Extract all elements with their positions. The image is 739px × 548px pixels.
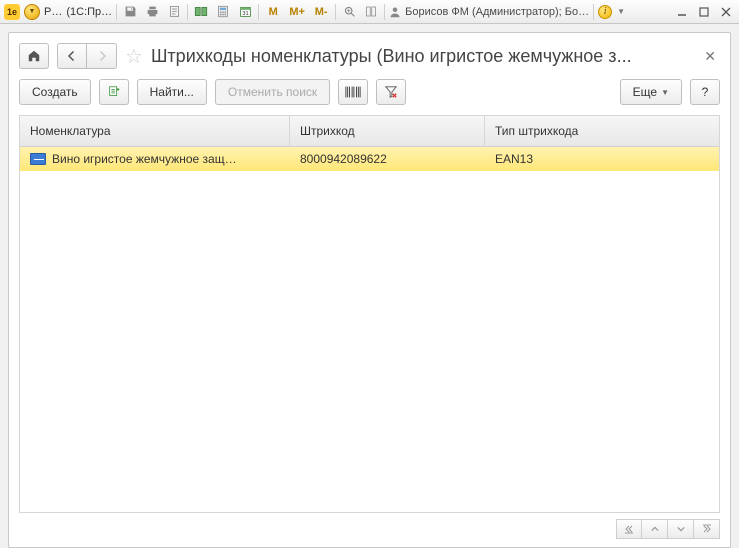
cell-barcode: 8000942089622: [290, 152, 485, 166]
separator: [258, 4, 259, 20]
record-icon: [30, 153, 46, 165]
cell-barcode-type: EAN13: [485, 152, 719, 166]
memory-mminus-button[interactable]: M-: [311, 3, 331, 21]
separator: [335, 4, 336, 20]
app-titlebar: 1e ▼ Р… (1С:Пр… 31 M M+ M- Борисов ФМ (А…: [0, 0, 739, 24]
compare-icon[interactable]: [192, 3, 210, 21]
app-logo-icon: 1e: [4, 4, 20, 20]
create-copy-button[interactable]: [99, 79, 129, 105]
window-maximize-button[interactable]: [695, 4, 713, 20]
memory-m-button[interactable]: M: [263, 3, 283, 21]
cell-nomenclature: Вино игристое жемчужное защ…: [52, 152, 237, 166]
calculator-icon[interactable]: [214, 3, 232, 21]
favorite-star-icon[interactable]: ☆: [125, 44, 143, 69]
separator: [187, 4, 188, 20]
table-header: Номенклатура Штрихкод Тип штрихкода: [20, 116, 719, 147]
info-dropdown-icon[interactable]: ▼: [616, 3, 626, 21]
col-barcode-type[interactable]: Тип штрихкода: [485, 116, 719, 146]
table-body: Вино игристое жемчужное защ… 80009420896…: [20, 147, 719, 512]
col-nomenclature[interactable]: Номенклатура: [20, 116, 290, 146]
separator: [116, 4, 117, 20]
save-icon[interactable]: [121, 3, 139, 21]
app-title-abbrev: Р…: [44, 6, 62, 18]
user-icon: [389, 6, 401, 18]
clear-filter-button[interactable]: [376, 79, 406, 105]
find-button[interactable]: Найти...: [137, 79, 207, 105]
home-button[interactable]: [19, 43, 49, 69]
toolbar: Создать Найти... Отменить поиск Еще ▼ ?: [9, 75, 730, 115]
col-barcode[interactable]: Штрихкод: [290, 116, 485, 146]
page-close-button[interactable]: ✕: [702, 48, 718, 65]
nav-group: [57, 43, 117, 69]
table-nav-footer: [9, 519, 730, 547]
help-button[interactable]: ?: [690, 79, 720, 105]
separator: [384, 4, 385, 20]
more-label: Еще: [633, 85, 657, 99]
app-platform-label: (1С:Пр…: [66, 6, 112, 18]
zoom-icon[interactable]: [340, 3, 358, 21]
nav-back-button[interactable]: [57, 43, 87, 69]
memory-mplus-button[interactable]: M+: [287, 3, 307, 21]
table-row[interactable]: Вино игристое жемчужное защ… 80009420896…: [20, 147, 719, 171]
window-minimize-button[interactable]: [673, 4, 691, 20]
window-close-button[interactable]: [717, 4, 735, 20]
nav-forward-button[interactable]: [87, 43, 117, 69]
user-name-label: Борисов ФМ (Администратор); Бо…: [405, 6, 589, 18]
calendar-icon[interactable]: 31: [236, 3, 254, 21]
page-header: ☆ Штрихкоды номенклатуры (Вино игристое …: [9, 33, 730, 75]
info-icon[interactable]: i: [598, 5, 612, 19]
workspace: ☆ Штрихкоды номенклатуры (Вино игристое …: [8, 32, 731, 548]
chevron-down-icon: ▼: [661, 88, 669, 97]
create-button[interactable]: Создать: [19, 79, 91, 105]
separator: [593, 4, 594, 20]
nav-up-button[interactable]: [642, 519, 668, 539]
barcode-table: Номенклатура Штрихкод Тип штрихкода Вино…: [19, 115, 720, 513]
document-preview-icon[interactable]: [165, 3, 183, 21]
page-title: Штрихкоды номенклатуры (Вино игристое же…: [151, 46, 694, 67]
svg-text:31: 31: [242, 11, 248, 17]
barcode-scan-button[interactable]: [338, 79, 368, 105]
cancel-search-button: Отменить поиск: [215, 79, 330, 105]
panel-icon[interactable]: [362, 3, 380, 21]
nav-first-button[interactable]: [616, 519, 642, 539]
nav-last-button[interactable]: [694, 519, 720, 539]
app-menu-dropdown-icon[interactable]: ▼: [24, 4, 40, 20]
more-button[interactable]: Еще ▼: [620, 79, 682, 105]
user-info[interactable]: Борисов ФМ (Администратор); Бо…: [389, 6, 589, 18]
nav-down-button[interactable]: [668, 519, 694, 539]
print-icon[interactable]: [143, 3, 161, 21]
